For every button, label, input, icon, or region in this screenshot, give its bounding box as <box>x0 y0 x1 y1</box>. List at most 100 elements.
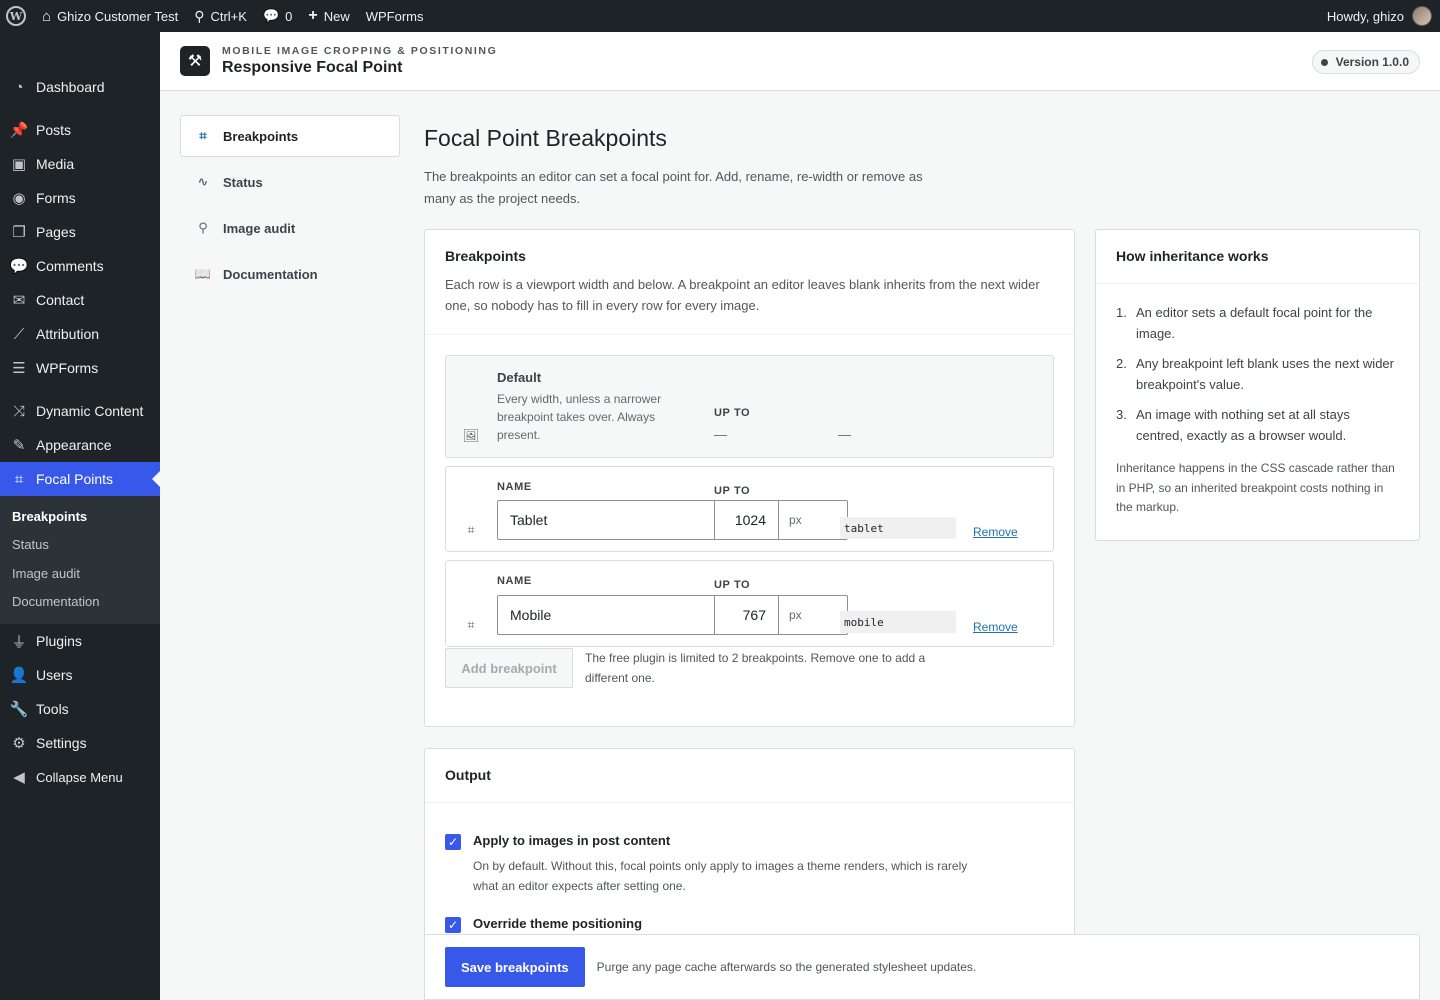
collapse-icon: ◀ <box>13 769 25 786</box>
card-title: Output <box>445 767 491 783</box>
step-text: An editor sets a default focal point for… <box>1136 305 1373 341</box>
option-apply-post-content: ✓ Apply to images in post content On by … <box>445 833 993 896</box>
brush-icon: ✎ <box>12 437 26 454</box>
menu-pages[interactable]: ❐ Pages <box>0 215 160 249</box>
page-description: The breakpoints an editor can set a foca… <box>424 169 923 206</box>
default-slug-value: — <box>838 427 851 442</box>
pages-icon: ❐ <box>12 224 26 241</box>
crop-icon: ⌗ <box>467 617 475 632</box>
option-override-theme: ✓ Override theme positioning <box>445 916 642 933</box>
wp-logo-menu[interactable]: W <box>0 0 34 32</box>
card-subtitle: Each row is a viewport width and below. … <box>445 277 1040 313</box>
menu-focal-points[interactable]: ⌗ Focal Points <box>0 462 160 496</box>
checkbox[interactable]: ✓ <box>445 834 461 850</box>
header-eyebrow: MOBILE IMAGE CROPPING & POSITIONING <box>222 45 498 57</box>
focal-points-submenu: Breakpoints Status Image audit Documenta… <box>0 496 160 624</box>
inheritance-card: How inheritance works 1. An editor sets a… <box>1095 229 1420 541</box>
menu-label: Pages <box>36 224 76 240</box>
submenu-image-audit[interactable]: Image audit <box>0 559 160 588</box>
upto-label: UP TO <box>714 579 751 591</box>
menu-label: Plugins <box>36 633 82 649</box>
new-content-menu[interactable]: + New <box>300 0 357 32</box>
menu-tools[interactable]: 🔧 Tools <box>0 692 160 726</box>
menu-appearance[interactable]: ✎ Appearance <box>0 428 160 462</box>
menu-wpforms[interactable]: ☰ WPForms <box>0 351 160 385</box>
menu-posts[interactable]: 📌 Posts <box>0 113 160 147</box>
breakpoint-row: ⌗ NAME UP TO Tablet 1024 px tablet Remov… <box>445 466 1054 552</box>
menu-dashboard[interactable]: ◔ Dashboard <box>0 70 160 104</box>
inheritance-footnote: Inheritance happens in the CSS cascade r… <box>1116 461 1395 514</box>
breakpoint-width-input[interactable]: 767 <box>714 595 779 635</box>
breakpoint-row-default: 🖼 Default Every width, unless a narrower… <box>445 355 1054 458</box>
command-palette-button[interactable]: ⚲ Ctrl+K <box>186 0 255 32</box>
hammer-icon: ⚒ <box>180 46 210 76</box>
breakpoint-width-input[interactable]: 1024 <box>714 500 779 540</box>
main-content: Focal Point Breakpoints The breakpoints … <box>424 91 1420 1000</box>
checkbox[interactable]: ✓ <box>445 917 461 933</box>
howdy-text: Howdy, ghizo <box>1326 8 1404 24</box>
home-icon: ⌂ <box>42 7 52 25</box>
menu-label: WPForms <box>36 360 99 376</box>
menu-label: Settings <box>36 735 87 751</box>
collapse-menu-button[interactable]: ◀ Collapse Menu <box>0 760 160 794</box>
menu-label: Comments <box>36 258 104 274</box>
menu-attribution[interactable]: ⟋ Attribution <box>0 317 160 351</box>
nav-documentation[interactable]: 📖 Documentation <box>180 253 400 295</box>
breakpoint-slug: mobile <box>840 611 956 633</box>
remove-breakpoint-link[interactable]: Remove <box>973 525 1018 539</box>
menu-contact[interactable]: ✉ Contact <box>0 283 160 317</box>
breakpoint-row: ⌗ NAME UP TO Mobile 767 px mobile Remove <box>445 560 1054 647</box>
comment-bubble-icon: 💬 <box>262 8 280 23</box>
breakpoint-name-input[interactable]: Tablet <box>497 500 715 540</box>
breakpoint-name-input[interactable]: Mobile <box>497 595 715 635</box>
nav-label: Status <box>223 174 263 190</box>
nav-image-audit[interactable]: ⚲ Image audit <box>180 207 400 249</box>
name-label: NAME <box>497 481 532 493</box>
dashboard-icon: ◔ <box>14 78 24 96</box>
menu-label: Forms <box>36 190 76 206</box>
chart-icon: ⟋ <box>13 325 25 343</box>
pulse-icon: ∿ <box>197 174 209 189</box>
version-badge: Version 1.0.0 <box>1311 50 1420 74</box>
menu-settings[interactable]: ⚙ Settings <box>0 726 160 760</box>
submenu-status[interactable]: Status <box>0 531 160 560</box>
nav-status[interactable]: ∿ Status <box>180 161 400 203</box>
submenu-breakpoints[interactable]: Breakpoints <box>0 502 160 531</box>
avatar <box>1412 6 1432 26</box>
list-item: 2. Any breakpoint left blank uses the nex… <box>1116 353 1399 395</box>
menu-plugins[interactable]: ⏚ Plugins <box>0 624 160 658</box>
plugin-nav: ⌗ Breakpoints ∿ Status ⚲ Image audit 📖 D… <box>180 115 400 299</box>
card-title: How inheritance works <box>1116 248 1269 264</box>
default-description: Every width, unless a narrower breakpoin… <box>497 392 662 442</box>
wpforms-menu[interactable]: WPForms <box>358 0 432 32</box>
menu-media[interactable]: ▣ Media <box>0 147 160 181</box>
nav-breakpoints[interactable]: ⌗ Breakpoints <box>180 115 400 157</box>
nav-label: Documentation <box>223 266 318 282</box>
menu-users[interactable]: 👤 Users <box>0 658 160 692</box>
plugin-header: ⚒ MOBILE IMAGE CROPPING & POSITIONING Re… <box>160 32 1440 91</box>
menu-dynamic-content[interactable]: ⤨ Dynamic Content <box>0 394 160 428</box>
default-name: Default <box>497 370 542 385</box>
remove-breakpoint-link[interactable]: Remove <box>973 620 1018 634</box>
menu-forms[interactable]: ◉ Forms <box>0 181 160 215</box>
user-icon: 👤 <box>9 667 29 684</box>
submenu-documentation[interactable]: Documentation <box>0 588 160 617</box>
search-icon: ⚲ <box>198 220 208 235</box>
shuffle-icon: ⤨ <box>12 402 25 420</box>
comments-link[interactable]: 💬 0 <box>255 0 300 32</box>
wpforms-icon: ☰ <box>12 360 26 377</box>
site-name-link[interactable]: ⌂ Ghizo Customer Test <box>34 0 186 32</box>
plug-icon: ⏚ <box>11 633 27 651</box>
wpforms-label: WPForms <box>365 8 424 24</box>
menu-label: Posts <box>36 122 72 138</box>
forms-icon: ◉ <box>12 190 26 207</box>
my-account-menu[interactable]: Howdy, ghizo <box>1327 6 1440 26</box>
crop-icon: ⌗ <box>199 128 207 143</box>
wordpress-logo-icon: W <box>6 6 26 26</box>
save-breakpoints-button[interactable]: Save breakpoints <box>445 947 585 987</box>
menu-label: Tools <box>36 701 69 717</box>
add-breakpoint-button[interactable]: Add breakpoint <box>445 648 573 688</box>
menu-comments[interactable]: 💬 Comments <box>0 249 160 283</box>
upto-label: UP TO <box>714 407 751 419</box>
status-dot-icon <box>1320 58 1328 66</box>
